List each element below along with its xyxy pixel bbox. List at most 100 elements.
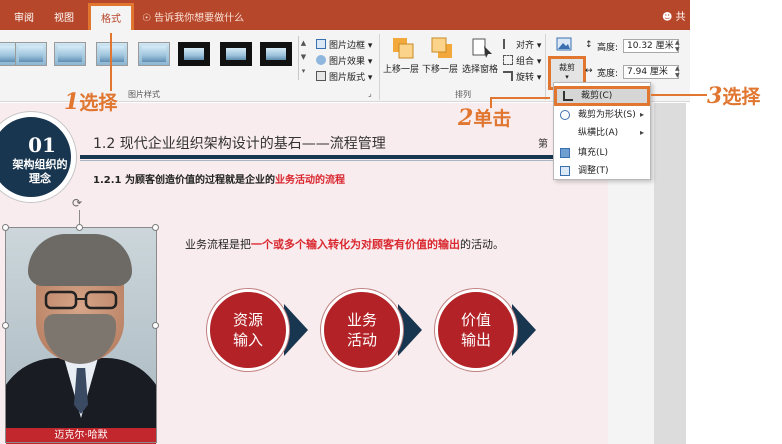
tab-format[interactable]: 格式 bbox=[88, 3, 134, 33]
chevron-right-icon: ▸ bbox=[639, 128, 644, 137]
chevron-right-icon: ▸ bbox=[639, 110, 644, 119]
picture-border-button[interactable]: 图片边框 ▾ bbox=[316, 38, 372, 51]
chevron-down-icon: ▾ bbox=[565, 73, 569, 81]
picture-effects-label: 图片效果 bbox=[329, 57, 366, 67]
shape-icon bbox=[560, 110, 570, 120]
picture-style-thumb-7[interactable] bbox=[220, 42, 252, 66]
height-icon: ↕ bbox=[585, 40, 593, 50]
selection-frame bbox=[5, 227, 157, 443]
menu-item-fit[interactable]: 调整(T) bbox=[554, 162, 650, 180]
menu-item-fill[interactable]: 填充(L) bbox=[554, 144, 650, 162]
picture-style-thumb-4[interactable] bbox=[96, 42, 128, 66]
title-rule-thin bbox=[80, 160, 608, 161]
slide-subtitle: 1.2.1 为顾客创造价值的过程就是企业的业务活动的流程 bbox=[93, 171, 345, 186]
callout-3-number: 3 bbox=[707, 83, 723, 109]
body-highlight: 一个或多个输入转化为对顾客有价值的输出 bbox=[251, 238, 460, 251]
width-label: 宽度: bbox=[597, 69, 619, 79]
send-backward-label[interactable]: 下移一层 bbox=[422, 62, 458, 75]
menu-fill-label: 填充(L) bbox=[578, 148, 609, 158]
menu-item-aspect-ratio[interactable]: 纵横比(A) ▸ bbox=[554, 124, 650, 142]
callout-1-text: 选择 bbox=[79, 92, 118, 114]
rotate-label: 旋转 bbox=[516, 73, 535, 83]
lightbulb-icon: ☉ bbox=[142, 13, 151, 24]
pencil-icon bbox=[316, 39, 326, 49]
picture-style-thumb-2[interactable] bbox=[15, 42, 47, 66]
tell-me-text: 告诉我你想要做什么 bbox=[154, 13, 245, 24]
callout-1-line bbox=[110, 33, 112, 91]
menu-crop-shape-label: 裁剪为形状(S) bbox=[578, 110, 636, 120]
group-icon bbox=[503, 55, 513, 65]
ribbon-separator bbox=[379, 34, 380, 100]
selection-pane-label[interactable]: 选择窗格 bbox=[462, 62, 498, 75]
callout-3-line bbox=[651, 94, 707, 96]
width-spinner[interactable]: ▲ ▼ bbox=[675, 65, 680, 79]
flow-node-input: 资源 输入 bbox=[207, 289, 289, 371]
width-field[interactable]: 7.94 厘米 bbox=[623, 65, 679, 79]
picture-border-label: 图片边框 bbox=[329, 41, 366, 51]
body-plain-1: 业务流程是把 bbox=[185, 238, 251, 251]
callout-2: 2单击 bbox=[458, 104, 511, 131]
rotate-button[interactable]: 旋转 ▾ bbox=[503, 70, 541, 83]
fill-icon bbox=[560, 148, 570, 158]
callout-2-text: 单击 bbox=[473, 108, 512, 130]
gallery-scroll[interactable]: ▲ ▼ ▾ bbox=[298, 36, 308, 80]
menu-fit-label: 调整(T) bbox=[578, 166, 609, 176]
picture-style-thumb-8[interactable] bbox=[260, 42, 292, 66]
subtitle-plain: 1.2.1 为顾客创造价值的过程就是企业的 bbox=[93, 175, 275, 186]
fit-icon bbox=[560, 166, 570, 176]
bring-forward-label[interactable]: 上移一层 bbox=[383, 62, 419, 75]
group-label: 组合 bbox=[516, 57, 535, 67]
menu-item-crop-to-shape[interactable]: 裁剪为形状(S) ▸ bbox=[554, 106, 650, 124]
ribbon-separator bbox=[545, 34, 546, 100]
badge-text: 架构组织的理念 bbox=[12, 158, 68, 185]
person-icon: ☻ bbox=[662, 12, 673, 23]
height-label: 高度: bbox=[597, 43, 619, 53]
resize-handle-ne[interactable] bbox=[152, 224, 159, 231]
align-button[interactable]: 对齐 ▾ bbox=[503, 38, 541, 51]
callout-3-text: 选择 bbox=[722, 86, 761, 108]
flow-node-output: 价值 输出 bbox=[435, 289, 517, 371]
rotate-handle-icon[interactable]: ⟳ bbox=[72, 196, 86, 210]
bring-forward-icon[interactable] bbox=[391, 36, 415, 60]
picture-layout-button[interactable]: 图片版式 ▾ bbox=[316, 70, 372, 83]
subtitle-highlight: 业务活动的流程 bbox=[274, 175, 345, 186]
crop-icon bbox=[563, 91, 573, 101]
resize-handle-nw[interactable] bbox=[2, 224, 9, 231]
height-spinner[interactable]: ▲ ▼ bbox=[675, 39, 680, 53]
tab-view[interactable]: 视图 bbox=[54, 9, 74, 24]
callout-2-number: 2 bbox=[458, 105, 474, 131]
tell-me-box[interactable]: ☉ 告诉我你想要做什么 bbox=[142, 9, 244, 24]
picture-style-thumb-3[interactable] bbox=[54, 42, 86, 66]
picture-style-thumb-6[interactable] bbox=[178, 42, 210, 66]
crop-dropdown-menu: 裁剪(C) 裁剪为形状(S) ▸ 纵横比(A) ▸ 填充(L) 调整(T) bbox=[553, 82, 651, 180]
badge-number: 01 bbox=[28, 133, 56, 157]
slide-body-text: 业务流程是把一个或多个输入转化为对顾客有价值的输出的活动。 bbox=[185, 236, 504, 252]
tab-review[interactable]: 审阅 bbox=[14, 9, 34, 24]
share-button[interactable]: ☻ 共 bbox=[662, 8, 686, 23]
resize-handle-w[interactable] bbox=[2, 322, 9, 329]
group-button[interactable]: 组合 ▾ bbox=[503, 54, 541, 67]
selection-pane-icon[interactable] bbox=[470, 36, 494, 60]
menu-crop-label: 裁剪(C) bbox=[581, 91, 613, 101]
picture-style-thumb-5[interactable] bbox=[138, 42, 170, 66]
callout-1: 1选择 bbox=[64, 88, 117, 115]
height-field[interactable]: 10.32 厘米 bbox=[623, 39, 679, 53]
arrange-group-label: 排列 bbox=[455, 90, 471, 99]
picture-icon bbox=[556, 36, 572, 51]
resize-handle-n[interactable] bbox=[76, 224, 83, 231]
dialog-launcher-icon[interactable]: ⌟ bbox=[368, 89, 372, 98]
send-backward-icon[interactable] bbox=[430, 36, 454, 60]
picture-effects-button[interactable]: 图片效果 ▾ bbox=[316, 54, 372, 67]
share-label: 共 bbox=[675, 12, 686, 23]
callout-1-number: 1 bbox=[64, 89, 80, 115]
effects-icon bbox=[316, 55, 326, 65]
menu-item-crop[interactable]: 裁剪(C) bbox=[554, 86, 650, 106]
resize-handle-e[interactable] bbox=[152, 322, 159, 329]
align-label: 对齐 bbox=[516, 41, 535, 51]
callout-2-line-horizontal bbox=[490, 97, 550, 99]
picture-styles-group-label: 图片样式 bbox=[128, 90, 160, 99]
callout-3: 3选择 bbox=[707, 82, 760, 109]
rotate-icon bbox=[503, 71, 513, 81]
menu-aspect-label: 纵横比(A) bbox=[578, 128, 619, 138]
scrollbar-track[interactable] bbox=[654, 103, 686, 444]
